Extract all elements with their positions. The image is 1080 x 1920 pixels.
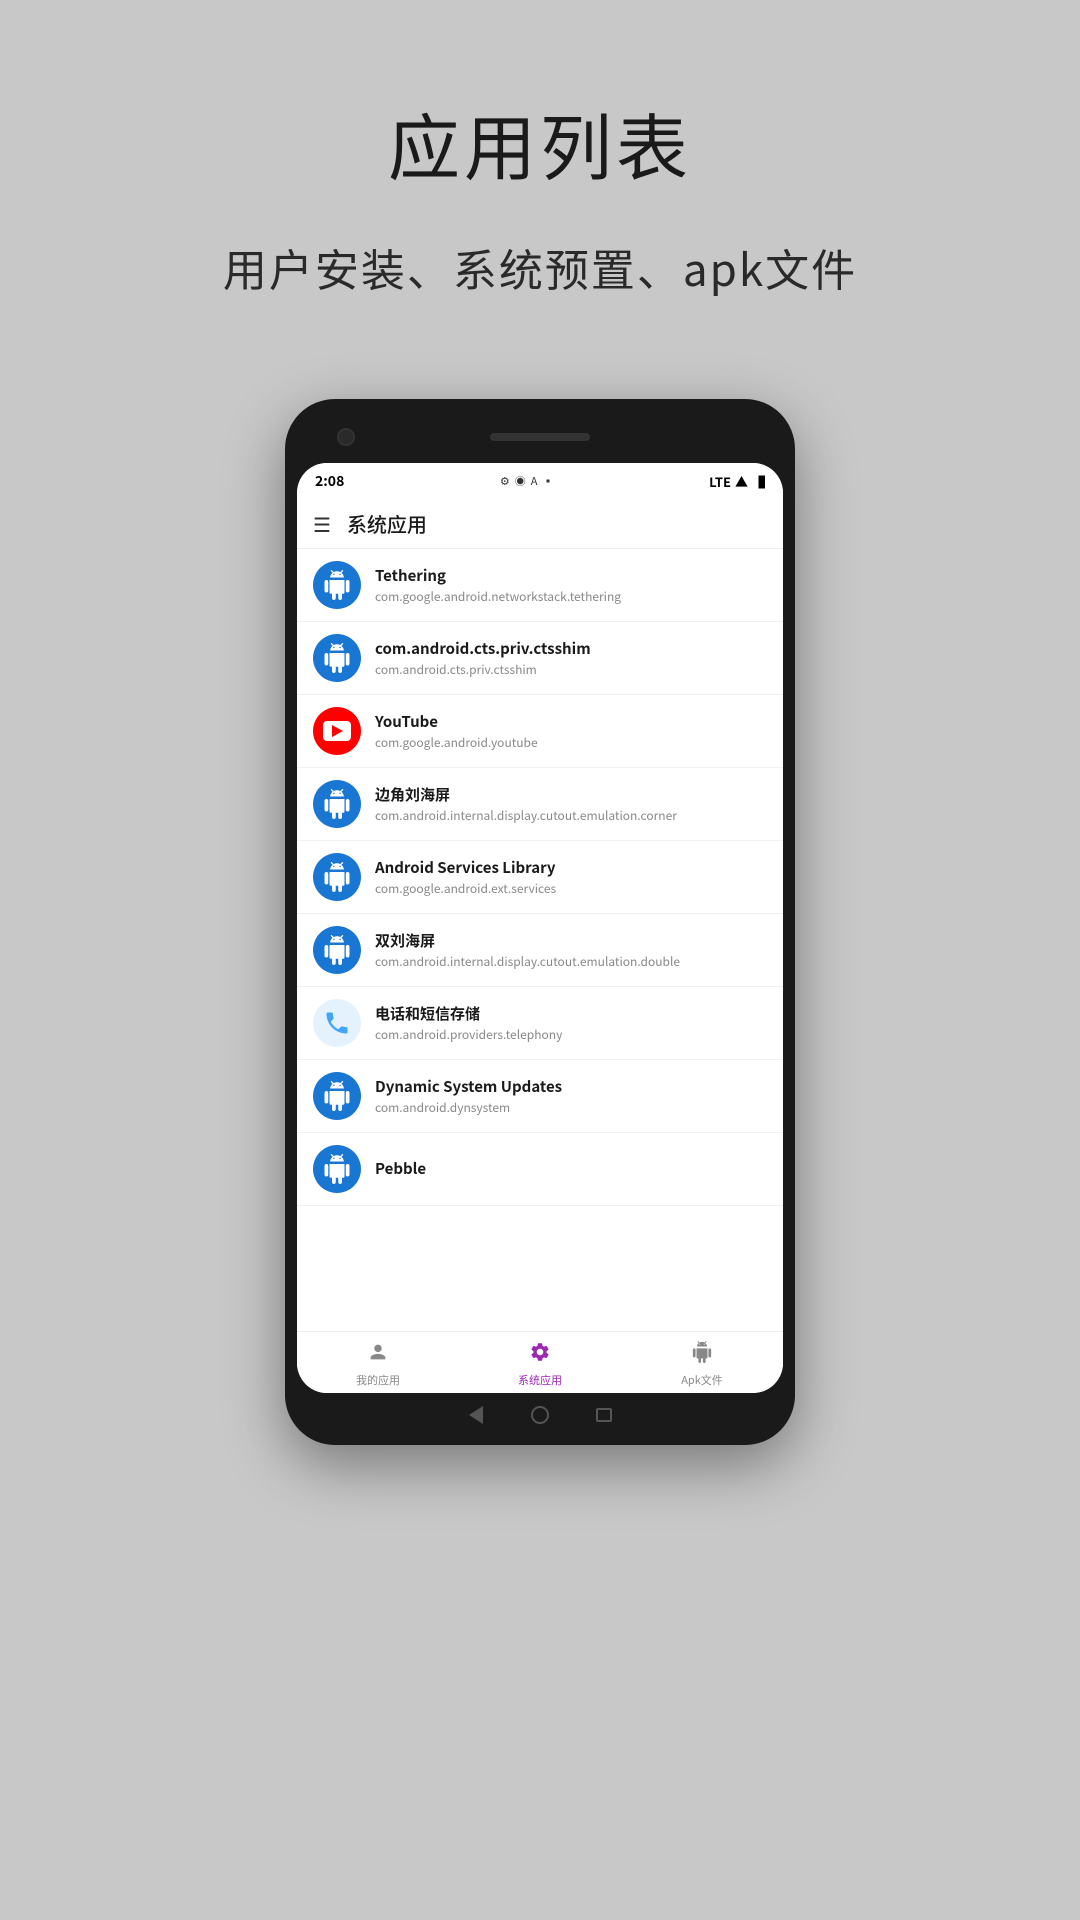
signal-icon: ▲ [735, 472, 748, 491]
youtube-play-icon [323, 721, 351, 741]
app-package: com.google.android.ext.services [375, 880, 556, 897]
app-package: com.google.android.youtube [375, 734, 538, 751]
app-info: 边角刘海屏 com.android.internal.display.cutou… [375, 784, 677, 824]
list-item[interactable]: 电话和短信存储 com.android.providers.telephony [297, 987, 783, 1060]
app-package: com.google.android.networkstack.tetherin… [375, 588, 621, 605]
status-right: LTE ▲ ▐ [709, 472, 765, 491]
gear-icon [529, 1338, 551, 1370]
network-type: LTE [709, 472, 731, 491]
hamburger-menu-icon[interactable]: ☰ [313, 509, 331, 538]
app-package: com.android.cts.priv.ctsshim [375, 661, 591, 678]
phone-screen: 2:08 ⚙ ◉ A ▪ LTE ▲ ▐ ☰ 系统应用 [297, 463, 783, 1393]
phone-mockup: 2:08 ⚙ ◉ A ▪ LTE ▲ ▐ ☰ 系统应用 [285, 399, 795, 1445]
nav-label-apk-files: Apk文件 [681, 1372, 723, 1388]
app-name: Dynamic System Updates [375, 1076, 562, 1097]
app-info: 双刘海屏 com.android.internal.display.cutout… [375, 930, 680, 970]
app-name: com.android.cts.priv.ctsshim [375, 638, 591, 659]
app-icon [313, 707, 361, 755]
android-icon [691, 1338, 713, 1370]
nav-item-apk-files[interactable]: Apk文件 [621, 1332, 783, 1393]
app-icon [313, 1072, 361, 1120]
app-package: com.android.dynsystem [375, 1099, 562, 1116]
list-item[interactable]: com.android.cts.priv.ctsshim com.android… [297, 622, 783, 695]
list-item[interactable]: Pebble [297, 1133, 783, 1206]
nav-item-my-apps[interactable]: 我的应用 [297, 1332, 459, 1393]
recent-icon [596, 1408, 612, 1422]
app-name: Tethering [375, 565, 621, 586]
app-icon [313, 999, 361, 1047]
app-info: YouTube com.google.android.youtube [375, 711, 538, 751]
app-icon [313, 853, 361, 901]
back-button[interactable] [464, 1403, 488, 1427]
app-list[interactable]: Tethering com.google.android.networkstac… [297, 549, 783, 1331]
battery-icon: ▪ [543, 473, 554, 489]
app-name: 边角刘海屏 [375, 784, 677, 805]
app-name: Android Services Library [375, 857, 556, 878]
app-icon [313, 561, 361, 609]
app-bar: ☰ 系统应用 [297, 499, 783, 549]
person-icon [367, 1338, 389, 1370]
app-info: Dynamic System Updates com.android.dynsy… [375, 1076, 562, 1116]
settings-notification-icon: ⚙ [500, 473, 510, 489]
app-icon [313, 1145, 361, 1193]
app-icon [313, 634, 361, 682]
app-name: Pebble [375, 1158, 426, 1179]
app-package: com.android.providers.telephony [375, 1026, 562, 1043]
phone-top-bar [297, 411, 783, 463]
list-item[interactable]: Dynamic System Updates com.android.dynsy… [297, 1060, 783, 1133]
app-icon [313, 780, 361, 828]
nav-label-system-apps: 系统应用 [518, 1372, 562, 1388]
nav-item-system-apps[interactable]: 系统应用 [459, 1332, 621, 1393]
app-name: YouTube [375, 711, 538, 732]
app-info: Android Services Library com.google.andr… [375, 857, 556, 897]
status-icons: ⚙ ◉ A ▪ [500, 473, 554, 489]
phone-camera [337, 428, 355, 446]
nav-label-my-apps: 我的应用 [356, 1372, 400, 1388]
recent-button[interactable] [592, 1403, 616, 1427]
app-name: 电话和短信存储 [375, 1003, 562, 1024]
app-info: 电话和短信存储 com.android.providers.telephony [375, 1003, 562, 1043]
home-icon [531, 1406, 549, 1424]
app-package: com.android.internal.display.cutout.emul… [375, 807, 677, 824]
phone-speaker [490, 433, 590, 441]
app-info: Pebble [375, 1158, 426, 1181]
list-item[interactable]: Tethering com.google.android.networkstac… [297, 549, 783, 622]
home-button[interactable] [528, 1403, 552, 1427]
phone-nav-buttons [297, 1393, 783, 1433]
app-package: com.android.internal.display.cutout.emul… [375, 953, 680, 970]
status-time: 2:08 [315, 471, 344, 491]
app-name: 双刘海屏 [375, 930, 680, 951]
app-icon [313, 926, 361, 974]
page-subtitle: 用户安装、系统预置、apk文件 [223, 235, 857, 299]
list-item[interactable]: 边角刘海屏 com.android.internal.display.cutou… [297, 768, 783, 841]
status-bar: 2:08 ⚙ ◉ A ▪ LTE ▲ ▐ [297, 463, 783, 499]
vpn-icon: A [531, 473, 538, 489]
battery-status-icon: ▐ [752, 472, 765, 491]
bottom-nav: 我的应用 系统应用 Apk文件 [297, 1331, 783, 1393]
list-item[interactable]: YouTube com.google.android.youtube [297, 695, 783, 768]
play-triangle [332, 725, 343, 737]
app-bar-title: 系统应用 [347, 509, 427, 538]
app-info: com.android.cts.priv.ctsshim com.android… [375, 638, 591, 678]
app-info: Tethering com.google.android.networkstac… [375, 565, 621, 605]
page-title: 应用列表 [388, 90, 692, 195]
shield-icon: ◉ [515, 473, 526, 489]
back-icon [469, 1406, 483, 1424]
list-item[interactable]: Android Services Library com.google.andr… [297, 841, 783, 914]
list-item[interactable]: 双刘海屏 com.android.internal.display.cutout… [297, 914, 783, 987]
